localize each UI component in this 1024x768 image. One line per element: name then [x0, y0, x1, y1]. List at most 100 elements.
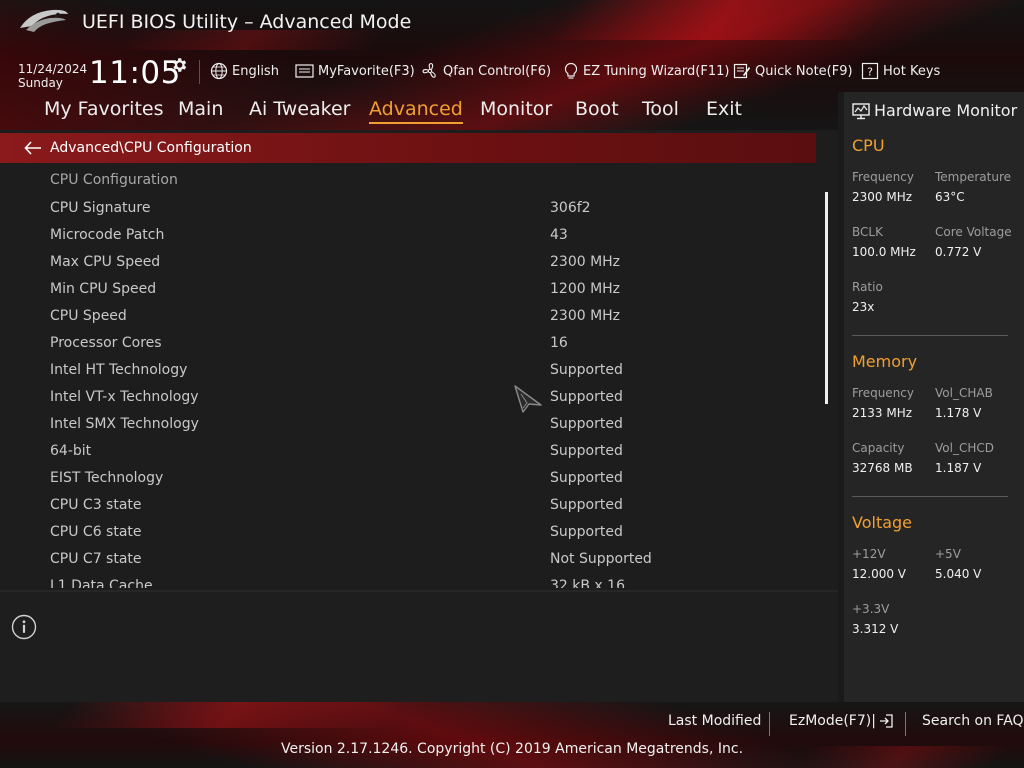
tab-exit[interactable]: Exit	[706, 98, 742, 120]
note-icon	[733, 63, 751, 79]
row-label: CPU C3 state	[50, 497, 142, 513]
v5-value: 5.040 V	[935, 567, 982, 581]
app-title: UEFI BIOS Utility – Advanced Mode	[82, 11, 412, 33]
hot-keys-label: Hot Keys	[883, 63, 941, 79]
myfavorite-button[interactable]: MyFavorite(F3)	[295, 61, 415, 81]
row-label: Max CPU Speed	[50, 254, 161, 270]
tab-monitor[interactable]: Monitor	[480, 98, 552, 120]
exit-to-ezmode-icon	[879, 714, 893, 728]
row-cpu-c7-state[interactable]: CPU C7 state Not Supported	[0, 547, 816, 574]
bclk-label: BCLK	[852, 225, 883, 239]
vol-chcd-value: 1.187 V	[935, 461, 982, 475]
ez-tuning-wizard-button[interactable]: EZ Tuning Wizard(F11)	[563, 61, 729, 81]
memory-heading: Memory	[852, 352, 918, 371]
row-label: Intel SMX Technology	[50, 416, 199, 432]
v33-value: 3.312 V	[852, 622, 899, 636]
row-label: Processor Cores	[50, 335, 162, 351]
memory-frequency-value: 2133 MHz	[852, 406, 913, 420]
ez-tuning-label: EZ Tuning Wizard(F11)	[583, 63, 730, 79]
row-label: L1 Data Cache	[50, 578, 153, 588]
row-label: EIST Technology	[50, 470, 164, 486]
hardware-monitor-title-text: Hardware Monitor	[874, 101, 1018, 120]
fan-icon	[422, 62, 436, 78]
row-value: 32 kB x 16	[550, 578, 625, 588]
lightbulb-icon	[564, 62, 578, 79]
row-label: Intel VT-x Technology	[50, 389, 199, 405]
tab-boot[interactable]: Boot	[575, 98, 619, 120]
row-l1-data-cache[interactable]: L1 Data Cache 32 kB x 16	[0, 574, 816, 588]
breadcrumb-bar[interactable]: Advanced\CPU Configuration	[0, 133, 816, 163]
row-label: Microcode Patch	[50, 227, 165, 243]
back-arrow-icon[interactable]	[24, 141, 42, 155]
row-cpu-signature[interactable]: CPU Signature 306f2	[0, 196, 816, 223]
vol-chab-label: Vol_CHAB	[935, 386, 993, 400]
main-panel: Advanced\CPU Configuration CPU Configura…	[0, 130, 838, 704]
row-max-cpu-speed[interactable]: Max CPU Speed 2300 MHz	[0, 250, 816, 277]
row-64-bit[interactable]: 64-bit Supported	[0, 439, 816, 466]
hot-keys-button[interactable]: ? Hot Keys	[861, 61, 940, 81]
v33-label: +3.3V	[852, 602, 890, 616]
ezmode-button[interactable]: EzMode(F7)|	[789, 713, 894, 729]
mouse-cursor-icon	[514, 385, 542, 413]
row-cpu-c6-state[interactable]: CPU C6 state Supported	[0, 520, 816, 547]
row-eist-technology[interactable]: EIST Technology Supported	[0, 466, 816, 493]
tab-advanced[interactable]: Advanced	[369, 98, 463, 124]
v5-label: +5V	[935, 547, 961, 561]
quick-note-button[interactable]: Quick Note(F9)	[733, 61, 853, 81]
row-intel-vtx-technology[interactable]: Intel VT-x Technology Supported	[0, 385, 816, 412]
cpu-frequency-value: 2300 MHz	[852, 190, 913, 204]
row-label: Intel HT Technology	[50, 362, 188, 378]
row-value: 16	[550, 335, 568, 351]
row-value: Supported	[550, 389, 623, 405]
row-cpu-c3-state[interactable]: CPU C3 state Supported	[0, 493, 816, 520]
tab-ai-tweaker[interactable]: Ai Tweaker	[249, 98, 350, 120]
tab-tool[interactable]: Tool	[642, 98, 679, 120]
row-label: 64-bit	[50, 443, 92, 459]
cpu-heading: CPU	[852, 136, 885, 155]
hw-divider	[852, 335, 1008, 336]
monitor-icon	[852, 102, 870, 119]
row-value: Not Supported	[550, 551, 652, 567]
scrollbar[interactable]	[825, 192, 828, 404]
clock-time: 11:05	[89, 55, 181, 91]
row-processor-cores[interactable]: Processor Cores 16	[0, 331, 816, 358]
row-intel-ht-technology[interactable]: Intel HT Technology Supported	[0, 358, 816, 385]
ratio-value: 23x	[852, 300, 875, 314]
row-min-cpu-speed[interactable]: Min CPU Speed 1200 MHz	[0, 277, 816, 304]
gear-icon[interactable]	[170, 56, 188, 74]
toolbar-divider	[199, 60, 200, 84]
svg-text:?: ?	[867, 66, 873, 79]
search-faq-label: Search on FAQ	[922, 713, 1024, 729]
cpu-frequency-label: Frequency	[852, 170, 914, 184]
ezmode-label: EzMode(F7)|	[789, 713, 876, 729]
v12-label: +12V	[852, 547, 886, 561]
myfavorite-label: MyFavorite(F3)	[318, 63, 415, 79]
capacity-label: Capacity	[852, 441, 905, 455]
tab-main[interactable]: Main	[178, 98, 223, 120]
help-info-panel	[0, 590, 838, 704]
row-value: 1200 MHz	[550, 281, 621, 297]
quick-note-label: Quick Note(F9)	[755, 63, 853, 79]
info-icon	[11, 614, 37, 640]
row-label: CPU C6 state	[50, 524, 142, 540]
vol-chab-value: 1.178 V	[935, 406, 982, 420]
globe-icon	[210, 62, 228, 80]
language-button[interactable]: English	[210, 61, 279, 81]
tab-my-favorites[interactable]: My Favorites	[44, 98, 164, 120]
bclk-value: 100.0 MHz	[852, 245, 916, 259]
language-label: English	[232, 63, 279, 79]
search-faq-button[interactable]: Search on FAQ	[922, 713, 1024, 729]
hardware-monitor-title: Hardware Monitor	[852, 101, 1017, 120]
qfan-control-button[interactable]: Qfan Control(F6)	[421, 61, 551, 81]
rog-logo	[20, 9, 68, 32]
row-cpu-speed[interactable]: CPU Speed 2300 MHz	[0, 304, 816, 331]
row-value: 306f2	[550, 200, 591, 216]
hw-divider	[852, 496, 1008, 497]
row-intel-smx-technology[interactable]: Intel SMX Technology Supported	[0, 412, 816, 439]
row-value: Supported	[550, 524, 623, 540]
row-label: CPU Speed	[50, 308, 127, 324]
last-modified-button[interactable]: Last Modified	[668, 713, 761, 729]
row-microcode-patch[interactable]: Microcode Patch 43	[0, 223, 816, 250]
capacity-value: 32768 MB	[852, 461, 913, 475]
footer-divider	[905, 712, 906, 736]
